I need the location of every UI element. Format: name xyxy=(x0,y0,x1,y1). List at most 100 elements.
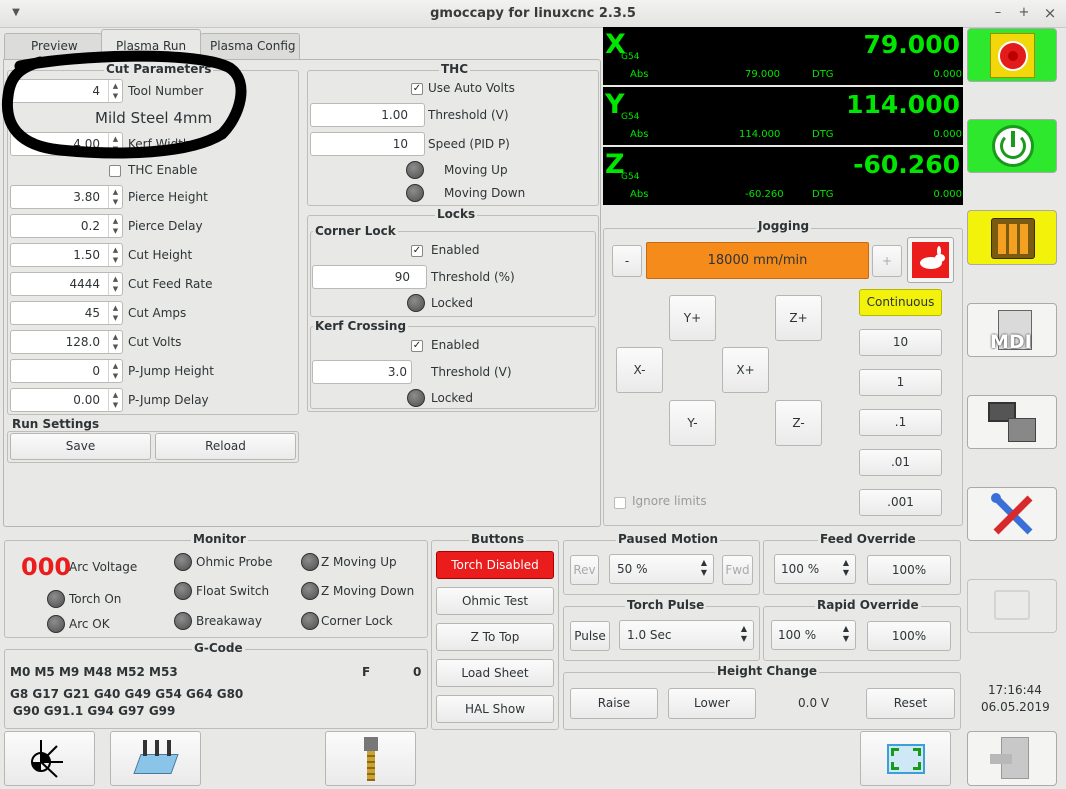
height-reset-button[interactable]: Reset xyxy=(866,688,955,719)
feed-override-reset-button[interactable]: 100% xyxy=(867,555,951,585)
corner-lock-enabled-checkbox[interactable]: ✓ xyxy=(411,245,423,257)
float-switch-led xyxy=(174,582,192,600)
cut-param-spin[interactable]: 0 ▲ ▼ xyxy=(10,359,123,383)
spin-arrows[interactable]: ▲ ▼ xyxy=(108,389,122,411)
fwd-button[interactable]: Fwd xyxy=(722,555,753,585)
jog-speed-minus-button[interactable]: - xyxy=(612,245,642,277)
power-icon xyxy=(992,125,1034,167)
z-moving-down-label: Z Moving Down xyxy=(321,584,415,598)
increment-0.1-button[interactable]: .1 xyxy=(859,409,942,436)
cut-param-spin[interactable]: 0.2 ▲ ▼ xyxy=(10,214,123,238)
user-tabs-button[interactable] xyxy=(967,579,1057,633)
corner-threshold-label: Threshold (%) xyxy=(431,270,515,284)
combo-arrows-icon: ▲ ▼ xyxy=(740,624,747,643)
settings-button[interactable] xyxy=(967,487,1057,541)
spin-arrows[interactable]: ▲ ▼ xyxy=(108,360,122,382)
mdi-button[interactable]: MDI xyxy=(967,303,1057,357)
jog-x-minus-button[interactable]: X- xyxy=(616,347,663,393)
increment-continuous-button[interactable]: Continuous xyxy=(859,289,942,316)
estop-button[interactable] xyxy=(967,28,1057,82)
save-button[interactable]: Save xyxy=(10,433,151,460)
ohmic-test-button[interactable]: Ohmic Test xyxy=(436,587,554,615)
tool-button[interactable] xyxy=(325,731,416,786)
dro-value: 79.000 xyxy=(863,30,960,59)
touch-off-button[interactable] xyxy=(110,731,201,786)
dro-dtg-label: DTG xyxy=(812,129,834,140)
spin-arrows[interactable]: ▲ ▼ xyxy=(108,331,122,353)
maximize-button[interactable]: + xyxy=(1016,5,1032,21)
increment-10-button[interactable]: 10 xyxy=(859,329,942,356)
thc-threshold-spin[interactable]: 1.00 xyxy=(310,103,425,127)
cut-param-spin[interactable]: 45 ▲ ▼ xyxy=(10,301,123,325)
torch-pulse-title: Torch Pulse xyxy=(625,598,707,612)
reload-button[interactable]: Reload xyxy=(155,433,296,460)
touch-off-icon xyxy=(133,754,179,774)
power-button[interactable] xyxy=(967,119,1057,173)
spin-arrows[interactable]: ▲ ▼ xyxy=(108,186,122,208)
goto-zero-button[interactable] xyxy=(4,731,95,786)
exit-button[interactable] xyxy=(967,731,1057,786)
jog-y-plus-button[interactable]: Y+ xyxy=(669,295,716,341)
thc-enable-checkbox[interactable] xyxy=(109,165,121,177)
rapid-override-reset-button[interactable]: 100% xyxy=(867,621,951,651)
run-settings-title: Run Settings xyxy=(10,417,102,431)
z-to-top-button[interactable]: Z To Top xyxy=(436,623,554,651)
fullscreen-button[interactable] xyxy=(860,731,951,786)
corner-threshold-spin[interactable]: 90 xyxy=(312,265,427,289)
ignore-limits-checkbox[interactable] xyxy=(614,497,626,509)
close-button[interactable]: × xyxy=(1042,5,1058,21)
paused-speed-combo[interactable]: 50 % ▲ ▼ xyxy=(609,554,714,584)
minimize-button[interactable]: – xyxy=(990,5,1006,21)
rabbit-glyph xyxy=(920,246,945,269)
load-sheet-button[interactable]: Load Sheet xyxy=(436,659,554,687)
goto-zero-icon xyxy=(31,740,63,778)
kerf-enabled-checkbox[interactable]: ✓ xyxy=(411,340,423,352)
rapid-override-combo[interactable]: 100 % ▲ ▼ xyxy=(771,620,856,650)
dro-x: X G54 79.000 Abs 79.000 DTG 0.000 xyxy=(603,27,963,85)
hal-show-button[interactable]: HAL Show xyxy=(436,695,554,723)
jog-z-plus-button[interactable]: Z+ xyxy=(775,295,822,341)
dro-z: Z G54 -60.260 Abs -60.260 DTG 0.000 xyxy=(603,147,963,205)
thc-speed-spin[interactable]: 10 xyxy=(310,132,425,156)
cut-param-spin[interactable]: 1.50 ▲ ▼ xyxy=(10,243,123,267)
spin-arrows[interactable]: ▲ ▼ xyxy=(108,302,122,324)
cut-param-spin[interactable]: 3.80 ▲ ▼ xyxy=(10,185,123,209)
torch-disabled-button[interactable]: Torch Disabled xyxy=(436,551,554,579)
rapid-override-title: Rapid Override xyxy=(815,598,921,612)
jog-y-minus-button[interactable]: Y- xyxy=(669,400,716,446)
auto-mode-button[interactable] xyxy=(967,395,1057,449)
lower-button[interactable]: Lower xyxy=(668,688,756,719)
use-auto-volts-checkbox[interactable]: ✓ xyxy=(411,83,423,95)
rabbit-button[interactable] xyxy=(907,237,954,283)
increment-1-button[interactable]: 1 xyxy=(859,369,942,396)
cut-param-spin[interactable]: 0.00 ▲ ▼ xyxy=(10,388,123,412)
jog-x-plus-button[interactable]: X+ xyxy=(722,347,769,393)
corner-lock-enabled-label: Enabled xyxy=(431,243,480,257)
kerf-locked-led xyxy=(407,389,425,407)
height-change-title: Height Change xyxy=(715,664,820,678)
cut-param-spin[interactable]: 4444 ▲ ▼ xyxy=(10,272,123,296)
torch-pulse-time-combo[interactable]: 1.0 Sec ▲ ▼ xyxy=(619,620,754,650)
increment-0.01-button[interactable]: .01 xyxy=(859,449,942,476)
spin-arrows[interactable]: ▲ ▼ xyxy=(108,244,122,266)
jog-speed-plus-button[interactable]: + xyxy=(872,245,902,277)
spin-value: 0 xyxy=(92,364,100,378)
window-menu-icon[interactable]: ▼ xyxy=(8,5,24,21)
raise-button[interactable]: Raise xyxy=(570,688,658,719)
jog-speed-bar[interactable]: 18000 mm/min xyxy=(646,242,869,279)
combo-value: 1.0 Sec xyxy=(627,628,672,642)
spin-value: 90 xyxy=(394,270,410,284)
monitor-title: Monitor xyxy=(191,532,248,546)
manual-mode-button[interactable] xyxy=(967,210,1057,265)
increment-0.001-button[interactable]: .001 xyxy=(859,489,942,516)
kerf-threshold-spin[interactable]: 3.0 xyxy=(312,360,412,384)
thc-title: THC xyxy=(439,62,471,76)
cut-param-spin[interactable]: 128.0 ▲ ▼ xyxy=(10,330,123,354)
feed-override-combo[interactable]: 100 % ▲ ▼ xyxy=(774,554,856,584)
rev-button[interactable]: Rev xyxy=(570,555,599,585)
pulse-button[interactable]: Pulse xyxy=(570,621,610,651)
spin-arrows[interactable]: ▲ ▼ xyxy=(108,215,122,237)
jog-z-minus-button[interactable]: Z- xyxy=(775,400,822,446)
breakaway-led xyxy=(174,612,192,630)
spin-arrows[interactable]: ▲ ▼ xyxy=(108,273,122,295)
